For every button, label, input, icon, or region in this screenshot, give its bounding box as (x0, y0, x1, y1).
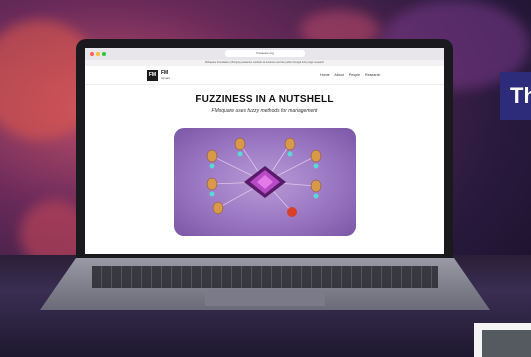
page-title: FUZZINESS IN A NUTSHELL (195, 94, 334, 105)
keyboard-keys (92, 266, 438, 288)
nav-about[interactable]: About (334, 73, 343, 77)
minimize-window-icon[interactable] (96, 52, 100, 56)
nav-people[interactable]: People (349, 73, 360, 77)
fuzzy-diagram-icon (206, 137, 322, 217)
main-nav: Home About People Research (320, 73, 384, 77)
nav-research[interactable]: Research (365, 73, 380, 77)
site-header: FM FM square Home About People Research (85, 66, 444, 85)
page-subtitle: FMsquare uses fuzzy methods for manageme… (211, 108, 318, 114)
close-window-icon[interactable] (90, 52, 94, 56)
address-bar[interactable]: fmsquare.org (225, 50, 305, 57)
laptop-screen: fmsquare.org FMsquare Foundation | Bring… (85, 48, 444, 254)
nav-home[interactable]: Home (320, 73, 330, 77)
trackpad (205, 290, 325, 306)
side-card: Th (500, 72, 531, 120)
maximize-window-icon[interactable] (102, 52, 106, 56)
fuzzy-illustration (174, 128, 356, 236)
site-logo[interactable]: FM (147, 70, 158, 81)
logo-subtitle: square (161, 76, 171, 80)
corner-card-image (482, 330, 531, 357)
